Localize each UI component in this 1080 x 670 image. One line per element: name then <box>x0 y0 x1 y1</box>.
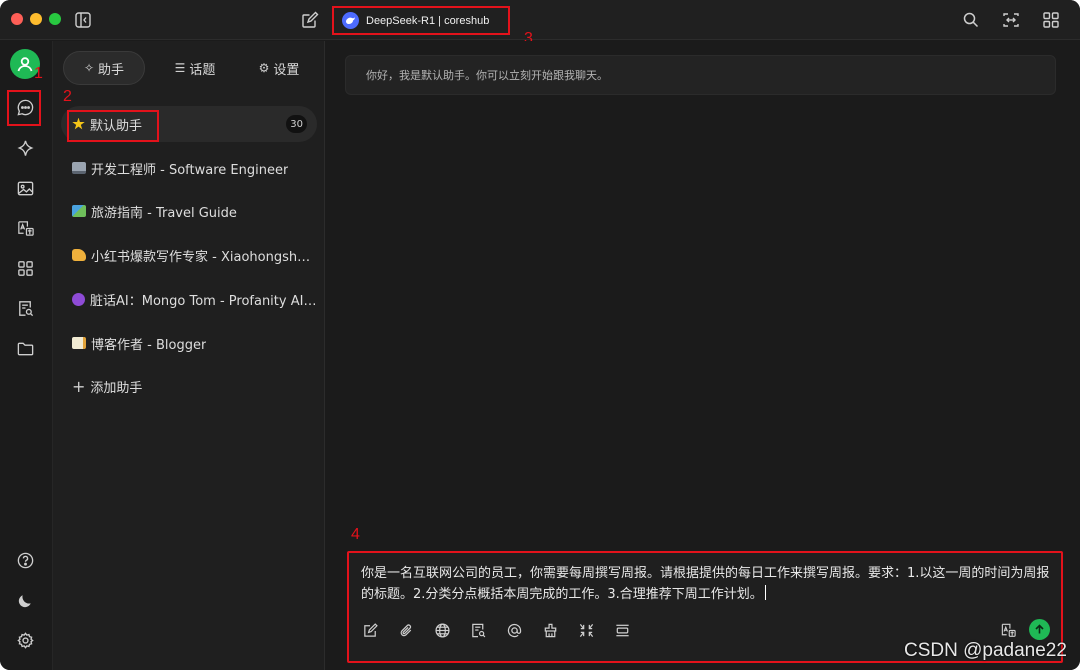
map-icon <box>72 205 86 217</box>
app-window: DeepSeek-R1 | coreshub 3 1 ✧ 助手 ☰ 话题 ⚙ 设… <box>0 0 1080 670</box>
chat-area: 你好，我是默认助手。你可以立刻开始跟我聊天。 4 你是一名互联网公司的员工，你需… <box>326 41 1080 670</box>
chat-icon[interactable] <box>16 98 35 117</box>
assistant-item-mongo-tom[interactable]: 脏话AI：Mongo Tom - Profanity AI: Mongo Tom <box>61 281 317 317</box>
attachment-icon[interactable] <box>398 622 415 639</box>
maximize-window-button[interactable] <box>49 13 61 25</box>
add-assistant-label: 添加助手 <box>90 380 143 396</box>
collapse-icon[interactable] <box>614 622 631 639</box>
list-icon: ☰ <box>174 61 186 75</box>
annotation-number-1: 1 <box>34 65 43 82</box>
moon-icon[interactable] <box>16 591 35 610</box>
panel-tabs: ✧ 助手 ☰ 话题 ⚙ 设置 <box>63 51 317 85</box>
tab-label: 话题 <box>189 62 216 78</box>
web-search-icon[interactable] <box>434 622 451 639</box>
sidebar-toggle-icon[interactable] <box>73 10 93 30</box>
tab-settings[interactable]: ⚙ 设置 <box>239 51 319 85</box>
assistant-item-xiaohongshu-writer[interactable]: 小红书爆款写作专家 - Xiaohongshu Writing Expert <box>61 237 317 273</box>
assistant-label: 博客作者 - Blogger <box>91 337 207 353</box>
title-bar: DeepSeek-R1 | coreshub 3 <box>0 0 1080 47</box>
search-icon[interactable] <box>961 10 981 30</box>
model-name-label: DeepSeek-R1 | coreshub <box>366 14 490 27</box>
message-input[interactable]: 你是一名互联网公司的员工，你需要每周撰写周报。请根据提供的每日工作来撰写周报。要… <box>361 563 1051 605</box>
sparkle-icon[interactable] <box>16 139 35 158</box>
expand-arrows-icon[interactable] <box>578 622 595 639</box>
text-caret <box>764 585 766 600</box>
translate-icon[interactable] <box>1000 622 1017 639</box>
add-assistant-button[interactable]: + 添加助手 <box>61 368 317 404</box>
devil-face-icon <box>72 292 85 306</box>
folder-icon[interactable] <box>16 339 35 358</box>
clear-icon[interactable] <box>542 622 559 639</box>
assistant-item-software-engineer[interactable]: 开发工程师 - Software Engineer <box>61 150 317 186</box>
send-button[interactable] <box>1029 619 1050 640</box>
settings-gear-icon[interactable] <box>16 631 35 650</box>
greeting-message: 你好，我是默认助手。你可以立刻开始跟我聊天。 <box>345 55 1056 95</box>
plus-icon: + <box>72 376 86 396</box>
model-selector[interactable]: DeepSeek-R1 | coreshub <box>332 6 510 35</box>
grid-icon[interactable] <box>1041 10 1061 30</box>
knowledge-base-icon[interactable] <box>470 622 487 639</box>
tab-label: 设置 <box>273 62 300 78</box>
image-icon[interactable] <box>16 179 35 198</box>
minimize-window-button[interactable] <box>30 13 42 25</box>
annotation-number-4: 4 <box>351 526 360 543</box>
sparkle-icon: ✧ <box>83 61 95 75</box>
laptop-icon <box>72 162 86 174</box>
annotation-number-2: 2 <box>63 88 72 105</box>
close-window-button[interactable] <box>11 13 23 25</box>
expand-icon[interactable] <box>1001 10 1021 30</box>
new-topic-icon[interactable] <box>300 10 320 30</box>
topic-count-badge: 30 <box>286 115 307 133</box>
deepseek-logo-icon <box>342 12 359 29</box>
greeting-text: 你好，我是默认助手。你可以立刻开始跟我聊天。 <box>366 69 608 82</box>
assistant-item-blogger[interactable]: 博客作者 - Blogger <box>61 325 317 361</box>
tab-label: 助手 <box>98 62 125 78</box>
assistant-label: 开发工程师 - Software Engineer <box>91 162 289 178</box>
writing-hand-icon <box>72 249 86 261</box>
gear-icon: ⚙ <box>258 61 270 75</box>
memo-icon <box>72 337 86 349</box>
assistant-label: 脏话AI：Mongo Tom - Profanity AI: Mongo Tom <box>90 293 317 309</box>
assistant-label: 小红书爆款写作专家 - Xiaohongshu Writing Expert <box>91 249 317 265</box>
translate-icon[interactable] <box>16 219 35 238</box>
assistant-panel: ✧ 助手 ☰ 话题 ⚙ 设置 2 默认助手 30 开发工程师 - Softwar… <box>52 41 325 670</box>
apps-icon[interactable] <box>16 259 35 278</box>
annotation-box-default-assistant <box>67 110 159 142</box>
assistant-label: 旅游指南 - Travel Guide <box>91 205 237 221</box>
document-search-icon[interactable] <box>16 299 35 318</box>
mention-icon[interactable] <box>506 622 523 639</box>
tab-topics[interactable]: ☰ 话题 <box>155 51 235 85</box>
edit-icon[interactable] <box>362 622 379 639</box>
help-icon[interactable] <box>16 551 35 570</box>
tab-assistants[interactable]: ✧ 助手 <box>63 51 145 85</box>
message-input-text: 你是一名互联网公司的员工，你需要每周撰写周报。请根据提供的每日工作来撰写周报。要… <box>361 566 1050 602</box>
watermark: CSDN @padane22 <box>904 640 1067 661</box>
assistant-item-travel-guide[interactable]: 旅游指南 - Travel Guide <box>61 193 317 229</box>
navigation-rail: 1 <box>0 41 52 670</box>
